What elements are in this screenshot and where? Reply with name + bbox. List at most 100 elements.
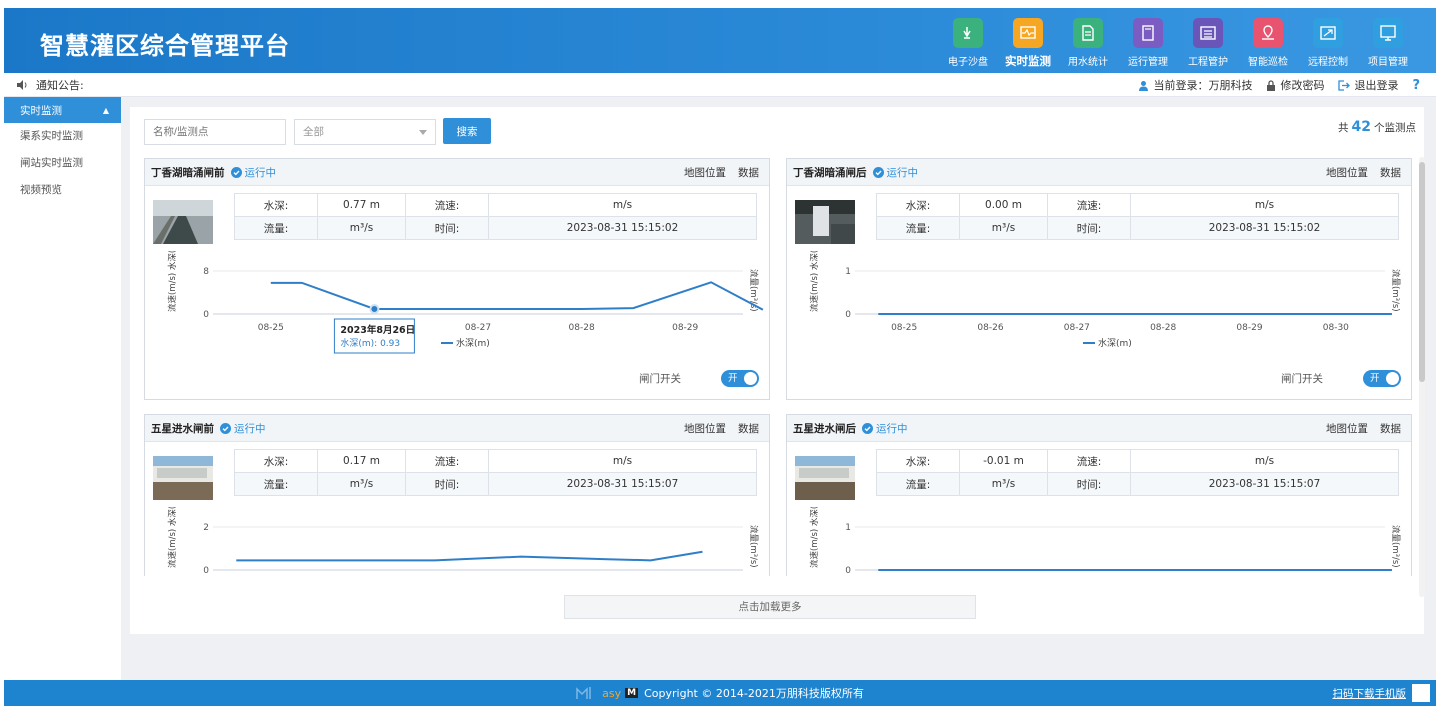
- data-link[interactable]: 数据: [1380, 421, 1401, 436]
- nav-label: 运行管理: [1128, 57, 1168, 68]
- app-title: 智慧灌区综合管理平台: [40, 32, 290, 60]
- x-tick-label: 08-25: [258, 323, 284, 333]
- hover-point[interactable]: [369, 304, 380, 315]
- main-area: 全部 搜索 共42个监测点 点击加载更多 丁香湖暗涌闸前运行中地图位置数据水深:…: [122, 97, 1436, 680]
- depth-chart: 2008-25 08-26 08-27 08-28 08-29 08-30流速(m/s) …: [167, 507, 759, 576]
- download-app-link[interactable]: 扫码下载手机版: [1333, 686, 1407, 701]
- top-nav: 电子沙盘 实时监测 用水统计 运行管理 工程管护 智能巡检 远程控制 项目管理: [938, 18, 1418, 69]
- data-link[interactable]: 数据: [738, 421, 759, 436]
- tooltip-title: 2023年8月26日: [340, 324, 415, 336]
- reading-table: 水深: -0.01 m 流速: m/s 流量: m³/s 时间: 2023-08-31 15:…: [876, 449, 1399, 496]
- series-line: [236, 550, 703, 562]
- data-link[interactable]: 数据: [1380, 165, 1401, 180]
- nav-label: 实时监测: [1005, 54, 1051, 68]
- tooltip-text: 水深(m): 0.93: [340, 337, 400, 349]
- m-logo-icon: M: [625, 688, 639, 698]
- legend-label: 水深(m): [1098, 337, 1132, 349]
- toggle-knob: [1386, 372, 1399, 385]
- header: 智慧灌区综合管理平台 电子沙盘 实时监测 用水统计 运行管理 工程管护 智能巡检 远程控制 项…: [4, 8, 1436, 73]
- type-select[interactable]: 全部: [294, 119, 436, 145]
- gate-toggle[interactable]: 开: [721, 370, 759, 387]
- nav-item-7[interactable]: 项目管理: [1358, 18, 1418, 69]
- station-name: 丁香湖暗涌闸后: [793, 166, 867, 179]
- nav-item-3[interactable]: 运行管理: [1118, 18, 1178, 69]
- copyright: Copyright © 2014-2021万朋科技版权所有: [644, 687, 864, 700]
- y-tick-label: 0: [203, 310, 209, 320]
- station-card: 丁香湖暗涌闸前 运行中 地图位置 数据 水深: 0.77 m 流速: m/s 流量: m³/s 时间…: [144, 158, 770, 400]
- reading-table: 水深: 0.17 m 流速: m/s 流量: m³/s 时间: 2023-08-31 15:1…: [234, 449, 757, 496]
- data-link[interactable]: 数据: [738, 165, 759, 180]
- depth-chart: 8008-2508-2608-2708-2808-29流速(m/s) 水深(m)…: [167, 251, 764, 354]
- sidebar-item-gate-station[interactable]: 闸站实时监测: [4, 150, 121, 177]
- flow-value: m³/s: [317, 216, 406, 240]
- remote-icon: [1313, 18, 1343, 48]
- qr-code-icon[interactable]: [1412, 684, 1430, 702]
- time-value: 2023-08-31 15:15:02: [1130, 216, 1399, 240]
- card-header: 丁香湖暗涌闸后 运行中 地图位置 数据: [787, 159, 1411, 186]
- y-tick-label: 8: [203, 267, 209, 277]
- dropdown-arrow-icon: [419, 130, 427, 135]
- gate-label: 闸门开关: [1281, 373, 1323, 385]
- gate-switch: 闸门开关 开: [1281, 370, 1401, 387]
- search-button[interactable]: 搜索: [443, 118, 491, 144]
- card-header: 五星进水闸后 运行中 地图位置 数据: [787, 415, 1411, 442]
- gate-toggle[interactable]: 开: [1363, 370, 1401, 387]
- search-input[interactable]: [144, 119, 286, 145]
- y-tick-label: 0: [203, 566, 209, 576]
- change-password-link[interactable]: 修改密码: [1266, 77, 1324, 93]
- sidebar-item-canal[interactable]: 渠系实时监测: [4, 123, 121, 150]
- help-button[interactable]: ?: [1412, 78, 1420, 93]
- flow-value: m³/s: [317, 472, 406, 496]
- nav-item-1[interactable]: 实时监测: [998, 18, 1058, 69]
- sidebar-header[interactable]: 实时监测 ▲: [4, 97, 121, 123]
- legend-label: 水深(m): [456, 337, 490, 349]
- y-axis-left-label: 流速(m/s) 水深(m): [809, 507, 820, 568]
- flow-value: m³/s: [959, 216, 1048, 240]
- current-user: 当前登录：万朋科技: [1138, 77, 1252, 93]
- y-tick-label: 2: [203, 523, 209, 533]
- monitor-icon: [1013, 18, 1043, 48]
- depth-value: 0.17 m: [317, 449, 406, 473]
- station-photo: [795, 456, 855, 500]
- nav-label: 工程管护: [1188, 57, 1228, 68]
- map-location-link[interactable]: 地图位置: [1326, 421, 1368, 436]
- footer-brand: asy M: [576, 686, 639, 700]
- status-badge: 运行中: [862, 421, 908, 436]
- touch-icon: [953, 18, 983, 48]
- nav-item-0[interactable]: 电子沙盘: [938, 18, 998, 69]
- x-tick-label: 08-28: [569, 323, 595, 333]
- load-more-button[interactable]: 点击加载更多: [564, 595, 976, 619]
- nav-item-5[interactable]: 智能巡检: [1238, 18, 1298, 69]
- check-circle-icon: [220, 422, 231, 434]
- speed-value: m/s: [1130, 449, 1399, 473]
- y-axis-left-label: 流速(m/s) 水深(m): [809, 251, 820, 312]
- nav-item-6[interactable]: 远程控制: [1298, 18, 1358, 69]
- sliders-icon: [1193, 18, 1223, 48]
- x-tick-label: 08-27: [1064, 323, 1090, 333]
- station-card: 五星进水闸后 运行中 地图位置 数据 水深: -0.01 m 流速: m/s 流量: m³/s 时间…: [786, 414, 1412, 576]
- notice-label: 通知公告:: [36, 78, 84, 92]
- y-tick-label: 1: [845, 523, 851, 533]
- y-axis-left-label: 流速(m/s) 水深(m): [167, 507, 178, 568]
- nav-item-2[interactable]: 用水统计: [1058, 18, 1118, 69]
- scrollbar-thumb[interactable]: [1419, 162, 1425, 382]
- y-axis-right-label: 流量(m³/s): [1390, 525, 1401, 568]
- station-photo: [153, 200, 213, 244]
- station-card: 丁香湖暗涌闸后 运行中 地图位置 数据 水深: 0.00 m 流速: m/s 流量: m³/s 时间…: [786, 158, 1412, 400]
- map-location-link[interactable]: 地图位置: [684, 421, 726, 436]
- x-tick-label: 08-26: [977, 323, 1003, 333]
- time-value: 2023-08-31 15:15:07: [1130, 472, 1399, 496]
- check-circle-icon: [230, 166, 242, 178]
- logout-link[interactable]: 退出登录: [1338, 77, 1398, 93]
- speed-value: m/s: [1130, 193, 1399, 217]
- status-badge: 运行中: [230, 165, 276, 180]
- nav-item-4[interactable]: 工程管护: [1178, 18, 1238, 69]
- check-circle-icon: [872, 166, 884, 178]
- map-location-link[interactable]: 地图位置: [1326, 165, 1368, 180]
- sidebar-item-video[interactable]: 视频预览: [4, 177, 121, 204]
- gate-switch: 闸门开关 开: [639, 370, 759, 387]
- map-location-link[interactable]: 地图位置: [684, 165, 726, 180]
- x-tick-label: 08-28: [1150, 323, 1176, 333]
- nav-label: 智能巡检: [1248, 57, 1288, 68]
- x-tick-label: 08-25: [891, 323, 917, 333]
